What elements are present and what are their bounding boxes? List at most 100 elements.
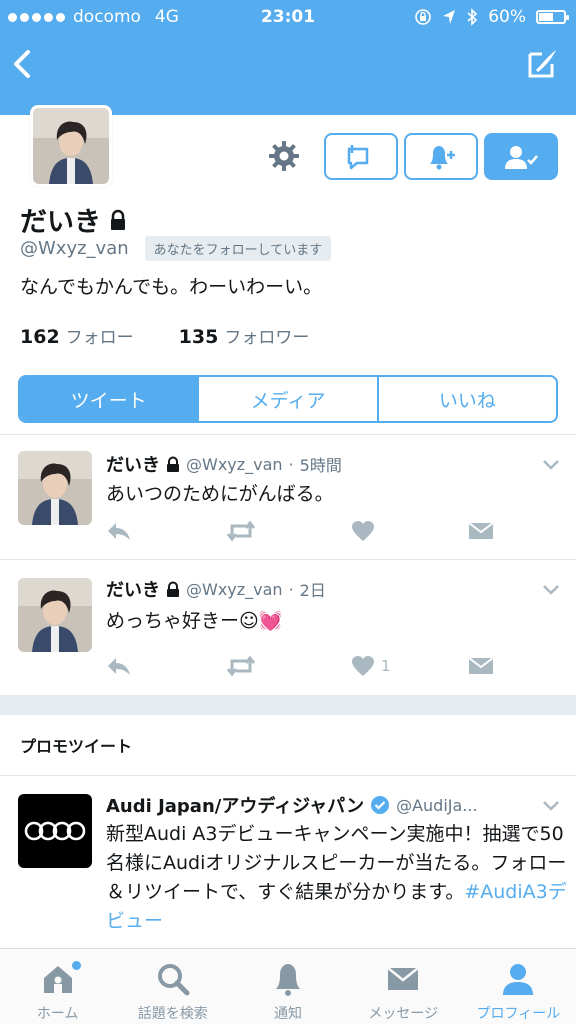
tweet-actions xyxy=(106,519,506,543)
like-button[interactable] xyxy=(351,519,381,543)
handle-row: @Wxyz_van あなたをフォローしています xyxy=(20,236,332,261)
reply-icon xyxy=(108,523,130,540)
chevron-down-icon[interactable] xyxy=(542,459,560,471)
tweet-meta: だいき @Wxyz_van · 5時間 xyxy=(106,451,342,477)
reply-button[interactable] xyxy=(106,519,132,543)
promoted-avatar[interactable] xyxy=(18,794,92,868)
profile-display-name: だいき xyxy=(20,200,127,239)
separator-dot: · xyxy=(288,454,294,474)
promoted-tweet[interactable]: Audi Japan/アウディジャパン @AudiJa... 新型Audi A3… xyxy=(0,776,576,948)
profile-stats: 162 フォロー 135 フォロワー xyxy=(20,323,309,348)
followers-stat[interactable]: 135 フォロワー xyxy=(179,323,310,348)
dm-icon xyxy=(468,657,494,674)
lock-icon xyxy=(111,209,125,230)
add-to-list-button[interactable] xyxy=(324,133,398,180)
promoted-author-name[interactable]: Audi Japan/アウディジャパン xyxy=(106,792,364,818)
retweet-icon xyxy=(226,520,256,542)
notifications-toggle-button[interactable] xyxy=(404,133,478,180)
dm-button[interactable] xyxy=(468,519,494,543)
promoted-meta: Audi Japan/アウディジャパン @AudiJa... xyxy=(106,792,478,818)
following-count: 162 xyxy=(20,326,60,348)
profile-tabs: ツイート メディア いいね xyxy=(18,375,558,423)
chevron-down-icon[interactable] xyxy=(542,800,560,812)
profile-handle: @Wxyz_van xyxy=(20,238,129,259)
section-separator xyxy=(0,695,576,715)
chevron-down-icon[interactable] xyxy=(542,584,560,596)
verified-icon xyxy=(371,796,390,814)
tweet-author-name[interactable]: だいき xyxy=(106,451,160,477)
follows-you-badge: あなたをフォローしています xyxy=(144,236,332,261)
tweet-avatar-photo xyxy=(18,578,92,652)
status-right: 60% xyxy=(414,7,569,27)
location-icon xyxy=(443,10,456,24)
tweet-actions: 1 xyxy=(106,654,506,678)
tab-likes[interactable]: いいね xyxy=(376,377,556,421)
new-content-dot xyxy=(72,961,81,970)
followers-count: 135 xyxy=(178,326,219,348)
profile-photo xyxy=(33,108,109,184)
following-button[interactable] xyxy=(484,133,558,180)
reply-button[interactable] xyxy=(106,654,132,678)
tab-media[interactable]: メディア xyxy=(197,377,376,421)
nav-search[interactable]: 話題を検索 xyxy=(115,949,230,1024)
nav-profile[interactable]: プロフィール xyxy=(461,949,576,1024)
bell-plus-icon xyxy=(430,145,455,169)
orientation-lock-icon xyxy=(415,9,432,25)
tab-tweets[interactable]: ツイート xyxy=(20,377,198,421)
separator-dot: · xyxy=(288,579,294,599)
retweet-icon xyxy=(226,655,256,677)
following-stat[interactable]: 162 フォロー xyxy=(20,323,134,348)
retweet-button[interactable] xyxy=(226,654,256,678)
compose-icon xyxy=(528,50,556,78)
reply-icon xyxy=(108,658,130,675)
tweet-item[interactable]: だいき @Wxyz_van · 5時間 あいつのためにがんばる。 xyxy=(0,435,576,559)
home-icon xyxy=(43,966,72,993)
tweet-author-handle: @Wxyz_van xyxy=(186,579,283,599)
nav-profile-label: プロフィール xyxy=(476,1006,561,1022)
gear-icon xyxy=(269,141,299,171)
search-icon xyxy=(157,964,190,996)
bluetooth-icon xyxy=(467,8,478,26)
promoted-section-title: プロモツイート xyxy=(20,737,133,756)
audi-rings-logo xyxy=(24,821,86,841)
compose-tweet-button[interactable] xyxy=(522,44,562,84)
nav-notifications-label: 通知 xyxy=(274,1006,302,1022)
profile-avatar[interactable] xyxy=(30,105,112,187)
nav-search-label: 話題を検索 xyxy=(137,1006,208,1022)
tweet-timestamp: 2日 xyxy=(299,581,326,600)
tweet-timestamp: 5時間 xyxy=(299,456,342,475)
tweet-text: あいつのためにがんばる。 xyxy=(106,483,334,505)
nav-home-label: ホーム xyxy=(36,1006,79,1022)
dm-icon xyxy=(468,522,494,539)
tweet-meta: だいき @Wxyz_van · 2日 xyxy=(106,576,326,602)
retweet-button[interactable] xyxy=(226,519,256,543)
like-count: 1 xyxy=(381,657,391,675)
envelope-icon xyxy=(387,967,419,990)
lock-icon xyxy=(167,456,179,472)
tweet-text: めっちゃ好きー☺💓 xyxy=(106,610,283,632)
dm-button[interactable] xyxy=(468,654,494,678)
nav-home[interactable]: ホーム xyxy=(0,949,115,1024)
nav-notifications[interactable]: 通知 xyxy=(230,949,345,1024)
nav-messages-label: メッセージ xyxy=(368,1006,439,1022)
promoted-text-block: 新型Audi A3デビューキャンペーン実施中！抽選で50名様にAudiオリジナル… xyxy=(106,820,576,936)
following-user-icon xyxy=(505,145,538,169)
user-icon xyxy=(503,964,534,995)
nav-messages[interactable]: メッセージ xyxy=(346,949,461,1024)
back-icon xyxy=(14,50,30,78)
battery-percent: 60% xyxy=(488,7,526,27)
back-button[interactable] xyxy=(8,44,38,84)
tweet-avatar-photo xyxy=(18,451,92,525)
tweet-author-handle: @Wxyz_van xyxy=(186,454,283,474)
promoted-author-handle: @AudiJa... xyxy=(396,795,478,815)
tweet-avatar[interactable] xyxy=(18,451,92,525)
battery-icon xyxy=(536,10,569,24)
tweet-avatar[interactable] xyxy=(18,578,92,652)
settings-button[interactable] xyxy=(266,138,302,174)
tweet-author-name[interactable]: だいき xyxy=(106,576,160,602)
battery-fill xyxy=(539,13,553,21)
profile-header-banner: docomo 4G 23:01 60% xyxy=(0,0,576,115)
tweet-item[interactable]: だいき @Wxyz_van · 2日 めっちゃ好きー☺💓 1 xyxy=(0,560,576,695)
lock-icon xyxy=(167,581,179,597)
like-button[interactable]: 1 xyxy=(351,654,391,678)
